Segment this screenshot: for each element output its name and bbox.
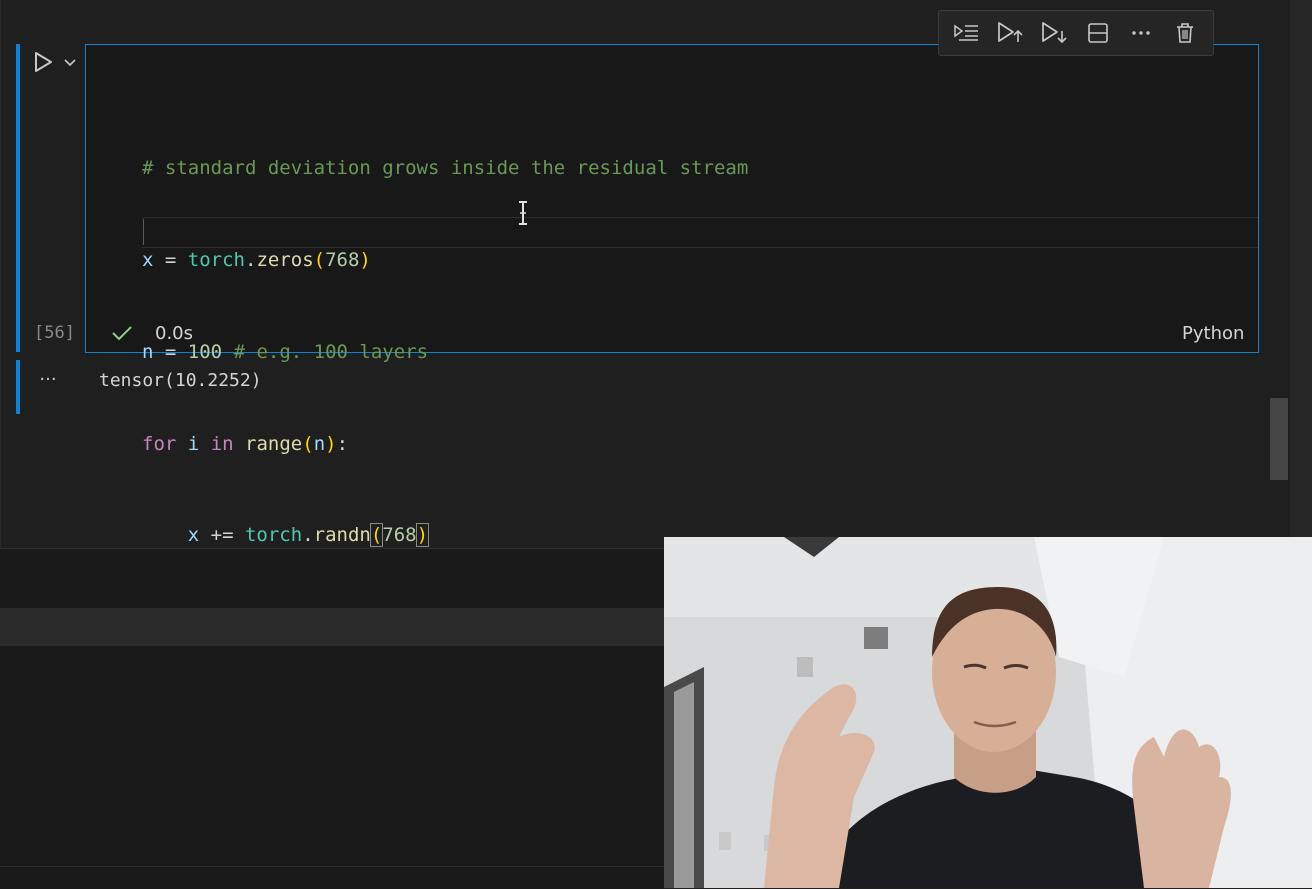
vertical-scrollbar-thumb[interactable] — [1270, 398, 1288, 480]
cell-focus-indicator — [16, 44, 20, 352]
ellipsis-icon — [1132, 31, 1151, 35]
presenter-video-icon — [664, 537, 1312, 888]
execute-above-and-cell-button[interactable] — [950, 16, 984, 50]
execution-count: [56] — [34, 323, 75, 343]
run-cell-button[interactable] — [30, 48, 56, 76]
code-line-5: x += torch.randn(768) — [187, 523, 430, 548]
text-cursor-icon — [519, 201, 527, 225]
cell-toolbar — [938, 10, 1214, 56]
lower-panel-divider — [0, 866, 664, 867]
delete-cell-button[interactable] — [1168, 16, 1202, 50]
run-above-button[interactable] — [993, 16, 1027, 50]
output-more-actions[interactable]: ··· — [35, 370, 61, 394]
output-focus-indicator — [16, 360, 20, 414]
cell-output-text: tensor(10.2252) — [99, 370, 262, 391]
code-line-3: n = 100 # e.g. 100 layers — [142, 340, 429, 363]
presenter-webcam-overlay — [664, 537, 1312, 888]
trash-icon — [1177, 23, 1194, 43]
run-options-chevron[interactable] — [60, 52, 80, 72]
code-line-1: # standard deviation grows inside the re… — [142, 157, 749, 180]
code-line-4: for i in range(n): — [142, 432, 349, 455]
run-above-icon — [998, 22, 1024, 42]
lower-panel — [0, 548, 664, 889]
play-icon — [35, 52, 52, 72]
split-cell-icon — [1087, 23, 1108, 43]
run-below-button[interactable] — [1037, 16, 1071, 50]
split-cell-button[interactable] — [1081, 16, 1115, 50]
kernel-language-button[interactable]: Python — [1182, 323, 1244, 344]
chevron-down-icon — [64, 59, 76, 67]
code-line-2: x = torch.zeros(768) — [142, 248, 371, 271]
execute-lines-icon — [954, 24, 978, 41]
editor-gutter-right — [1290, 0, 1312, 548]
lower-panel-highlight-row — [0, 608, 664, 646]
run-below-icon — [1042, 22, 1067, 44]
more-actions-button[interactable] — [1124, 16, 1158, 50]
success-check-icon — [112, 326, 132, 341]
execution-time: 0.0s — [155, 323, 194, 344]
